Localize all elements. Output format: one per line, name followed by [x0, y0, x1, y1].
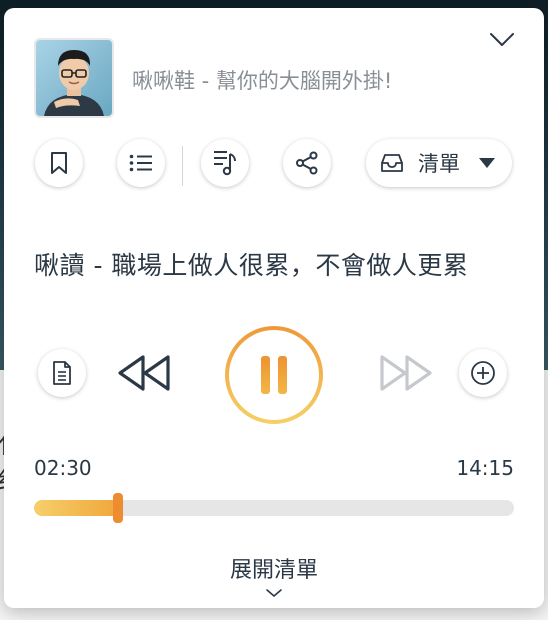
add-to-queue-button[interactable]	[459, 349, 507, 397]
progress-fill	[34, 500, 118, 516]
save-to-list-dropdown[interactable]: 清單	[366, 139, 512, 187]
list-icon	[129, 154, 152, 172]
bookmark-icon	[51, 152, 67, 174]
pause-icon	[225, 326, 323, 424]
playlist-button[interactable]	[201, 139, 249, 187]
total-time: 14:15	[456, 456, 514, 480]
chevron-down-icon	[266, 589, 282, 597]
list-button-label: 清單	[418, 152, 460, 176]
current-time: 02:30	[34, 456, 92, 480]
share-icon	[296, 151, 318, 175]
rewind-button[interactable]	[114, 351, 174, 395]
chevron-down-icon	[490, 33, 514, 46]
progress-bar[interactable]	[34, 500, 514, 516]
caret-down-icon	[479, 158, 495, 168]
expand-list-button[interactable]: 展開清單	[4, 536, 544, 608]
rewind-icon	[118, 355, 170, 391]
collapse-player-button[interactable]	[488, 30, 516, 50]
fast-forward-button[interactable]	[376, 351, 436, 395]
document-icon	[53, 361, 71, 385]
episode-list-button[interactable]	[117, 139, 165, 187]
playlist-music-icon	[214, 151, 236, 176]
bookmark-button[interactable]	[35, 139, 83, 187]
avatar-image	[36, 40, 112, 116]
toolbar-divider	[182, 146, 183, 186]
pause-button[interactable]	[224, 325, 324, 425]
share-button[interactable]	[283, 139, 331, 187]
expand-list-label: 展開清單	[229, 558, 318, 583]
progress-handle[interactable]	[113, 493, 123, 523]
episode-title: 啾讀 - 職場上做人很累，不會做人更累	[34, 251, 469, 280]
add-circle-icon	[471, 361, 495, 385]
fast-forward-icon	[380, 355, 432, 391]
audio-player-panel: 啾啾鞋 - 幫你的大腦開外掛! 清單 啾讀 - 職場上做人很累，不會做人更累 0…	[4, 8, 544, 608]
inbox-icon	[381, 154, 403, 172]
transcript-button[interactable]	[38, 349, 86, 397]
podcast-title[interactable]: 啾啾鞋 - 幫你的大腦開外掛!	[132, 65, 392, 95]
podcast-cover-avatar[interactable]	[34, 38, 114, 118]
